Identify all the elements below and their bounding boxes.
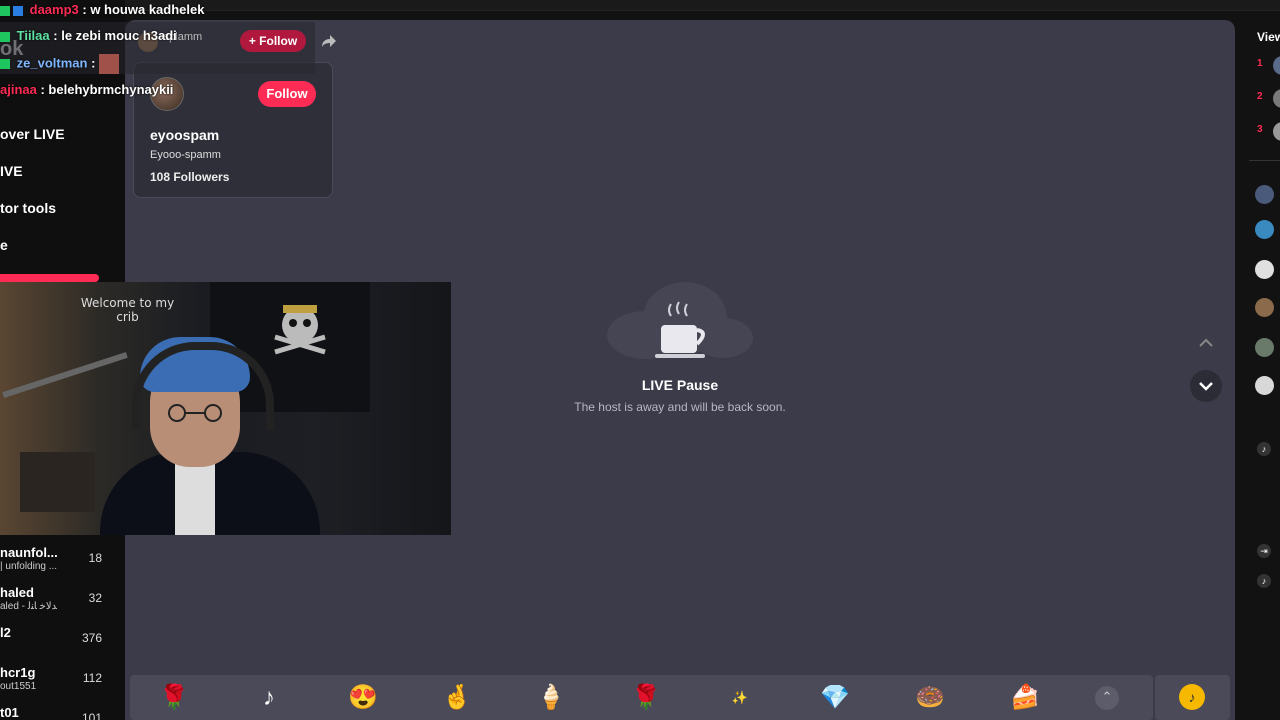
avatar[interactable] (1255, 376, 1274, 395)
chat-message: ze_voltman : (0, 54, 120, 74)
leaderboard-sub: aled - ﺪﻟﺎﺧ ﺎﻨﻟ (0, 601, 57, 612)
leaderboard-sub: | unfolding ... (0, 561, 58, 572)
chat-text: : le zebi mouc h3adi (53, 28, 177, 43)
sticker-icon (99, 54, 120, 74)
avatar[interactable] (1273, 122, 1280, 141)
diamond-gift-icon[interactable]: 💎 (818, 681, 852, 715)
follower-count: 108 Followers (150, 170, 230, 184)
cake-gift-icon[interactable]: 🍰 (1008, 681, 1042, 715)
leaderboard-row[interactable]: t01 101 (0, 705, 118, 720)
leaderboard-row[interactable]: haled aled - ﺪﻟﺎﺧ ﺎﻨﻟ 32 (0, 585, 118, 621)
ice-cream-gift-icon[interactable]: 🍦 (534, 681, 568, 715)
red-rose-gift-icon[interactable]: 🌹 (629, 681, 663, 715)
viewer-rank: 2 (1257, 91, 1263, 102)
chevron-down-icon (1199, 382, 1213, 391)
nav-item-go-live[interactable]: IVE (0, 163, 23, 179)
finger-heart-gift-icon[interactable]: 🤞 (440, 681, 474, 715)
avatar[interactable] (1255, 185, 1274, 204)
coin-icon: ♪ (1179, 684, 1205, 710)
viewer-rank: 3 (1257, 124, 1263, 135)
chat-username[interactable]: Tiilaa (17, 28, 50, 43)
leaderboard-name: hcr1g (0, 665, 36, 680)
chat-text: : w houwa kadhelek (82, 2, 205, 17)
leaderboard-row[interactable]: naunfol... | unfolding ... 18 (0, 545, 118, 581)
recharge-coins-button[interactable]: ♪ (1155, 675, 1230, 720)
divider (1249, 160, 1280, 161)
leaderboard-name: l2 (0, 625, 11, 640)
nav-item-creator-tools[interactable]: tor tools (0, 200, 56, 216)
coffee-cloud-icon (607, 282, 753, 359)
chat-text: : belehybrmchynaykii (40, 82, 174, 97)
avatar[interactable] (1255, 298, 1274, 317)
avatar[interactable] (1273, 89, 1280, 108)
chat-username[interactable]: daamp3 (30, 2, 79, 17)
year-2025-gift-icon[interactable]: ✨ (723, 681, 757, 715)
leaderboard-count: 376 (81, 631, 102, 645)
mic-arm (2, 352, 128, 398)
gift-bar: 🌹 ♪ 😍 🤞 🍦 🌹 ✨ 💎 🍩 🍰 ⌃ (130, 675, 1153, 720)
share-icon[interactable] (320, 32, 338, 50)
leaderboard-row[interactable]: hcr1g out1551 112 (0, 665, 118, 701)
webcam-sign: Welcome to my crib (80, 296, 175, 324)
badge-icon (0, 31, 10, 42)
badge-icon (0, 59, 10, 69)
glasses-icon (168, 404, 222, 422)
chat-message: Tiilaa : le zebi mouc h3adi (0, 28, 177, 43)
avatar[interactable] (1255, 220, 1274, 239)
leaderboard-sub: out1551 (0, 681, 37, 692)
chat-username[interactable]: ze_voltman (17, 55, 88, 70)
leaderboard-count: 112 (82, 671, 102, 685)
heart-face-gift-icon[interactable]: 😍 (346, 681, 380, 715)
donut-gift-icon[interactable]: 🍩 (913, 681, 947, 715)
nav-item-discover-live[interactable]: over LIVE (0, 126, 65, 142)
avatar[interactable] (1273, 56, 1280, 75)
pause-subtitle: The host is away and will be back soon. (574, 400, 786, 414)
go-live-button[interactable] (0, 274, 99, 282)
leaderboard-name: naunfol... (0, 545, 58, 560)
chevron-up-icon[interactable]: ⌃ (1095, 686, 1119, 710)
badge-icon (0, 5, 10, 16)
rose-gift-icon[interactable]: 🌹 (157, 681, 191, 715)
leaderboard-count: 101 (81, 711, 102, 720)
profile-handle: Eyooo-spamm (150, 149, 221, 161)
login-icon[interactable]: ⇥ (1257, 544, 1271, 558)
leaderboard-count: 18 (88, 551, 102, 565)
live-pause-panel: LIVE Pause The host is away and will be … (545, 280, 815, 420)
chat-text: : (91, 55, 96, 71)
leaderboard-name: haled (0, 585, 34, 600)
nav-item-more[interactable]: e (0, 237, 8, 253)
pause-title: LIVE Pause (641, 377, 719, 393)
webcam-overlay: Welcome to my crib (0, 282, 451, 535)
shirt (175, 462, 215, 535)
viewers-title: View (1257, 30, 1280, 44)
avatar[interactable] (1255, 260, 1274, 279)
tiktok-gift-icon[interactable]: ♪ (252, 681, 286, 715)
avatar[interactable] (1255, 338, 1274, 357)
leaderboard-row[interactable]: l2 376 (0, 625, 118, 661)
chat-message: daamp3 : w houwa kadhelek (0, 2, 204, 17)
badge-icon (13, 5, 23, 16)
chevron-up-icon (1199, 338, 1213, 347)
viewer-rank: 1 (1257, 58, 1263, 69)
chat-overlay: daamp3 : w houwa kadhelek Tiilaa : le ze… (0, 0, 320, 110)
leaderboard-count: 32 (88, 591, 102, 605)
next-live-button[interactable] (1190, 370, 1222, 402)
skull-icon (274, 305, 326, 355)
right-panel: View 1 2 3 ♪ ⇥ ♪ (1235, 20, 1280, 720)
profile-name[interactable]: eyoospam (150, 127, 219, 143)
chat-username[interactable]: ajinaa (0, 82, 37, 97)
chat-message: ajinaa : belehybrmchynaykii (0, 82, 173, 97)
leaderboard-name: t01 (0, 705, 19, 720)
tiktok-icon[interactable]: ♪ (1257, 442, 1271, 456)
previous-live-button[interactable] (1190, 327, 1222, 359)
tiktok-icon[interactable]: ♪ (1257, 574, 1271, 588)
shelf (20, 452, 95, 512)
